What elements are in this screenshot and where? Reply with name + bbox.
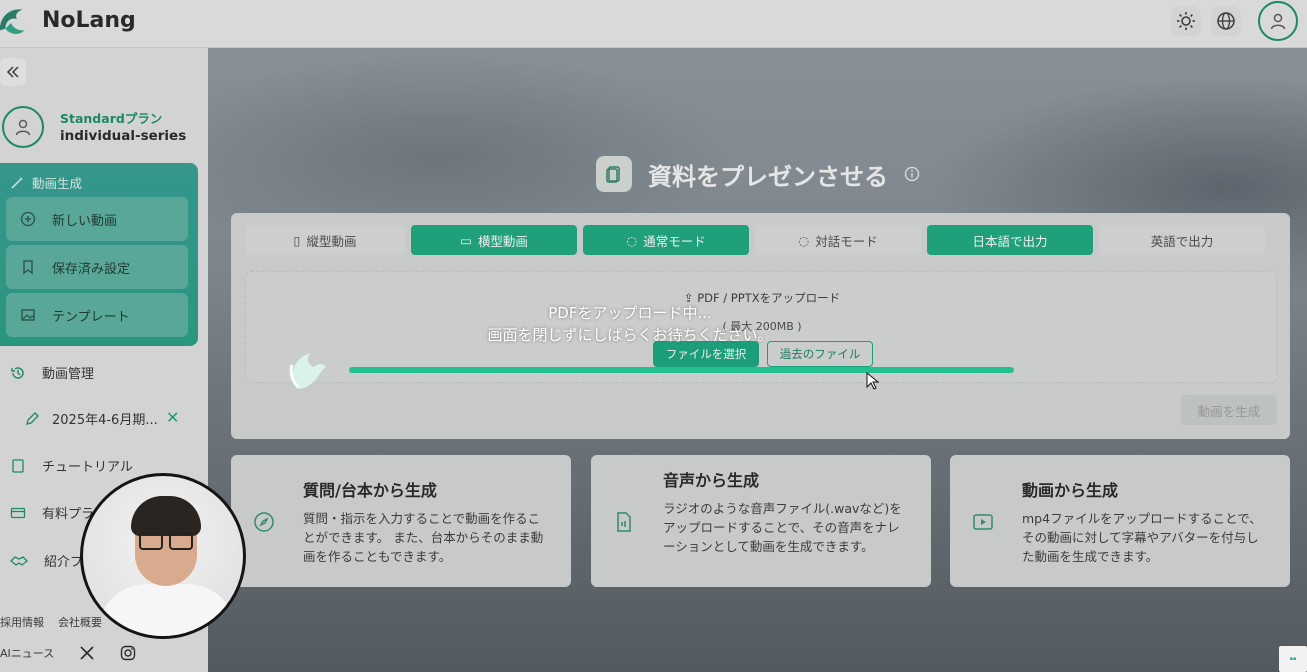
- upload-status-line1: PDFをアップロード中...: [548, 304, 712, 322]
- webcam-glasses-right: [169, 532, 193, 550]
- webcam-person-body: [97, 584, 237, 636]
- upload-progress-fill: [349, 367, 1014, 373]
- webcam-glasses-left: [139, 532, 163, 550]
- webcam-person-hair: [131, 496, 201, 536]
- webcam-overlay: [80, 473, 246, 639]
- upload-status-message: PDFをアップロード中... 画面を閉じずにしばらくお待ちください。: [470, 302, 790, 346]
- mouse-cursor-icon: [866, 372, 880, 390]
- upload-progress-bar: [349, 367, 1014, 373]
- corner-logo-icon: ▪▪: [1279, 646, 1307, 672]
- upload-status-line2: 画面を閉じずにしばらくお待ちください。: [487, 326, 773, 344]
- loading-dolphin-icon: [289, 353, 326, 389]
